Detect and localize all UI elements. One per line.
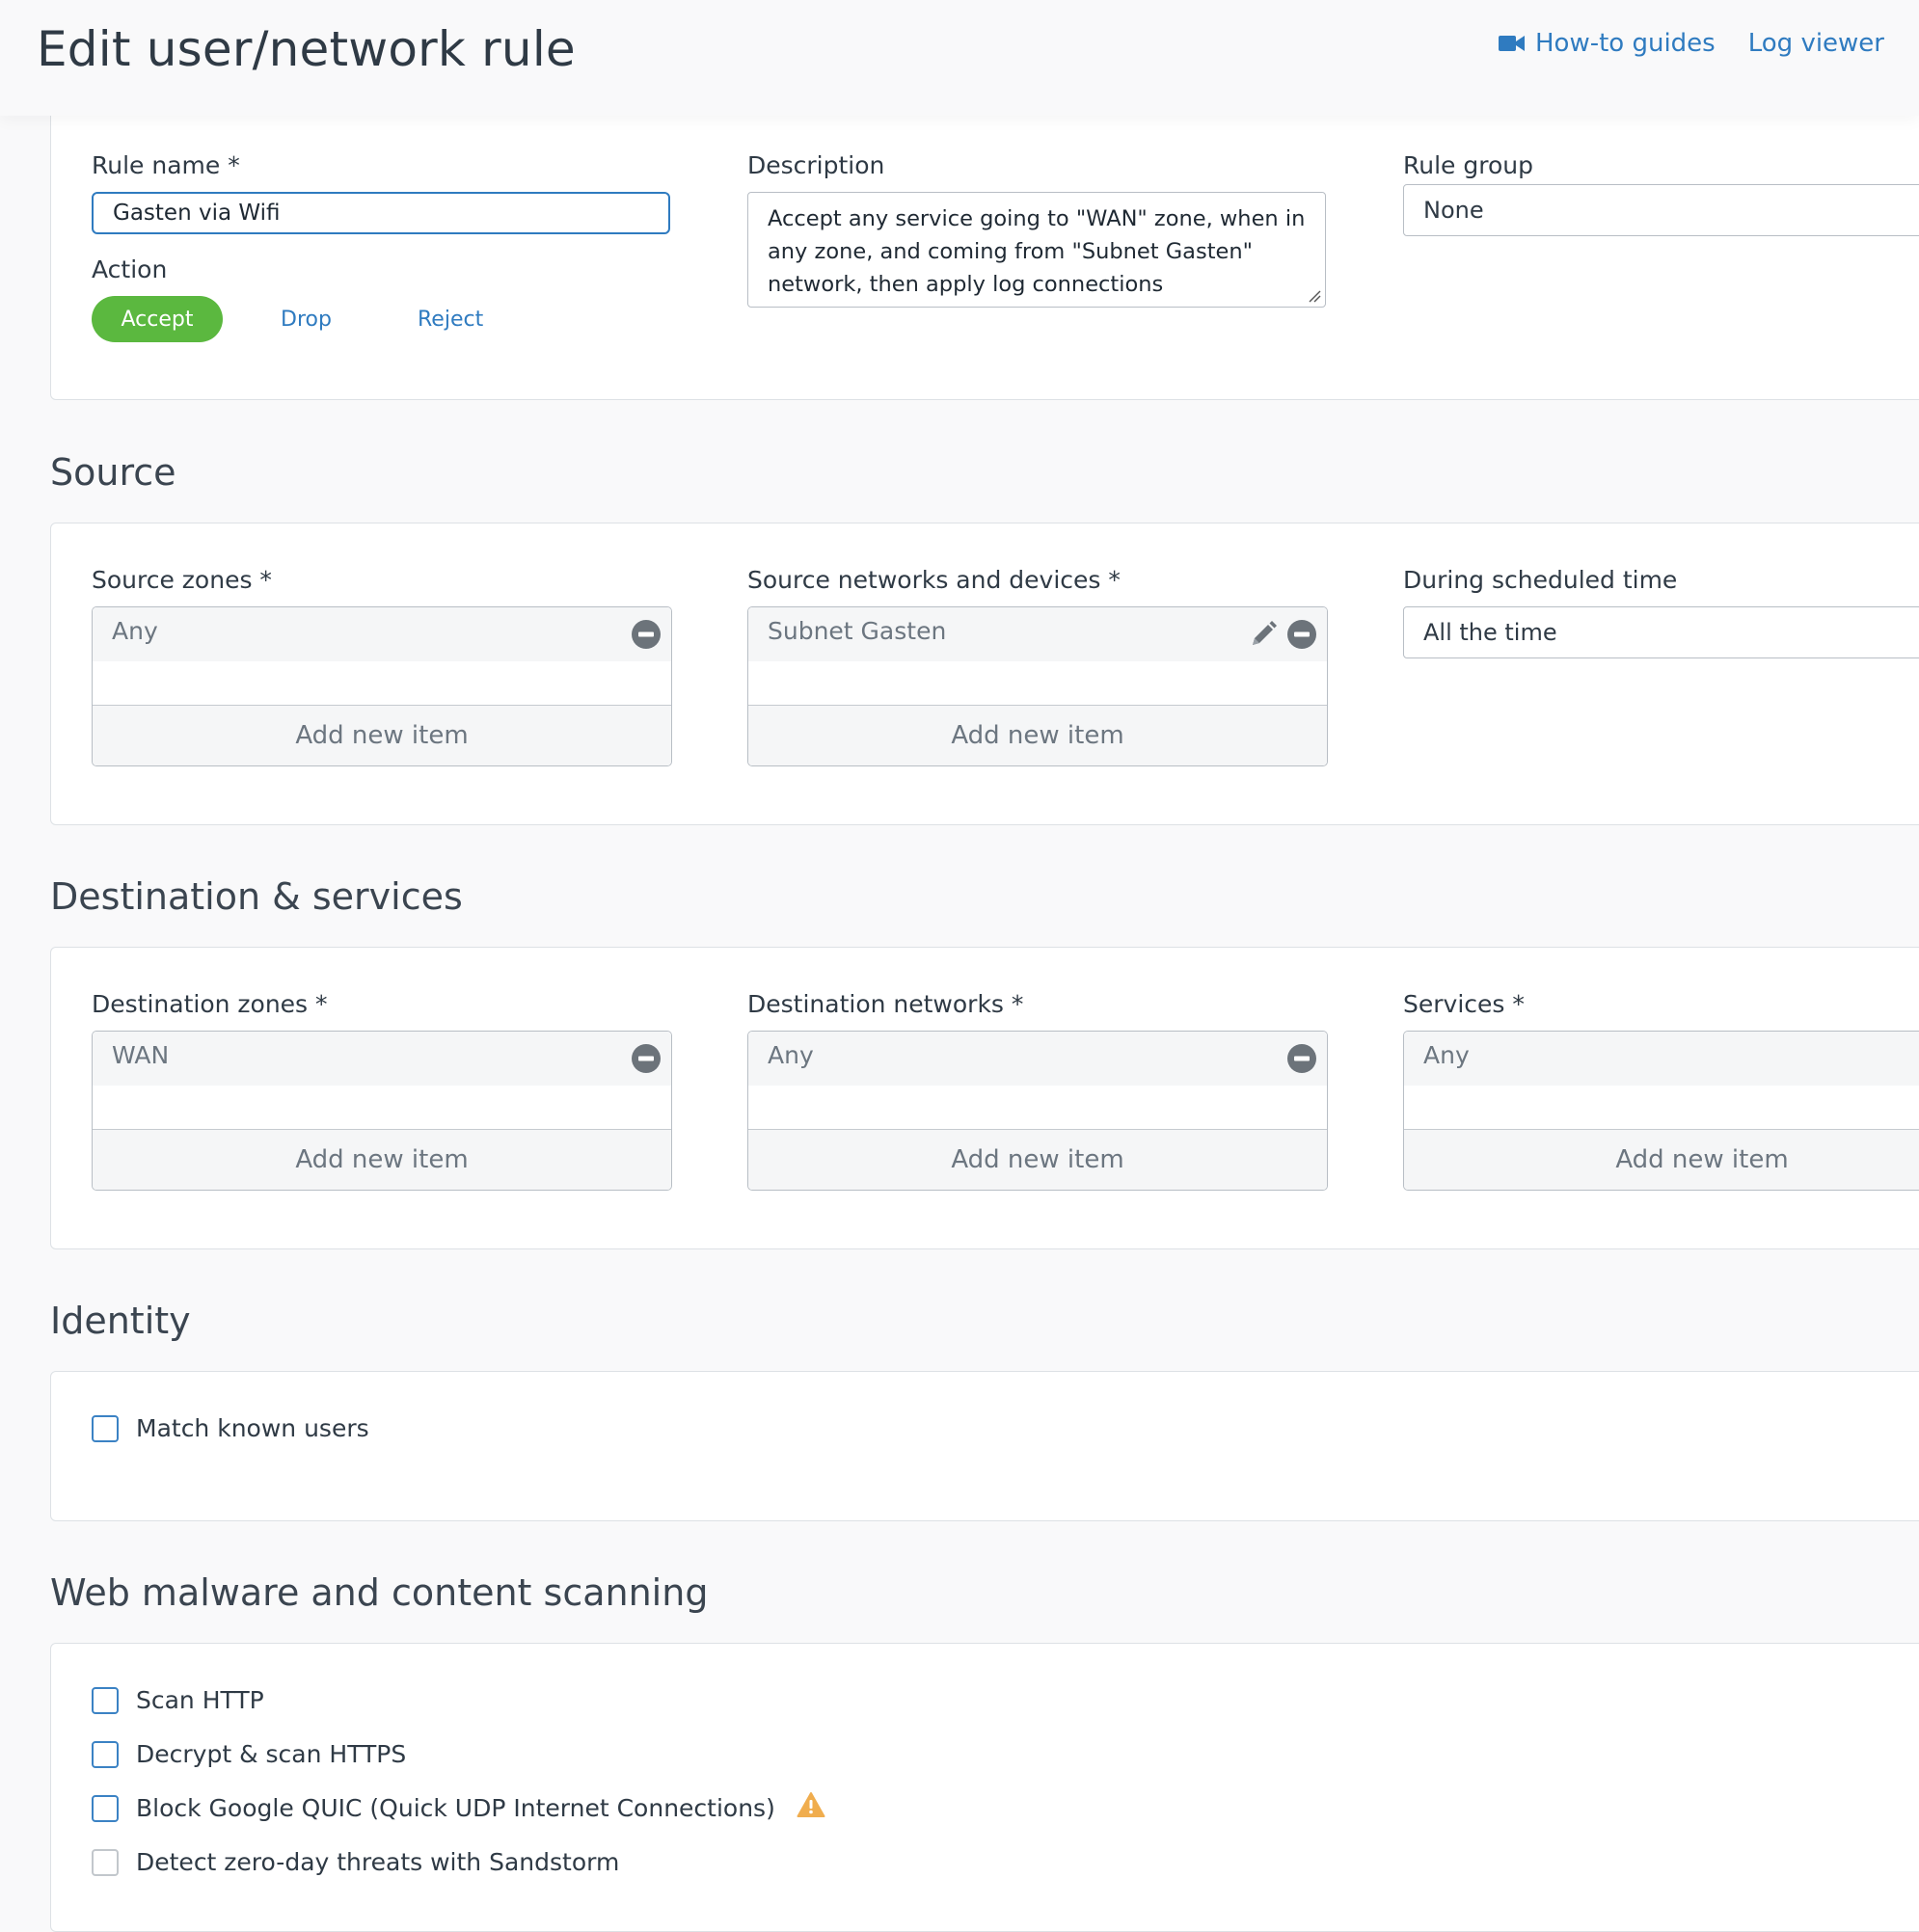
log-viewer-label: Log viewer — [1747, 29, 1884, 58]
remove-circle-icon[interactable] — [631, 1043, 662, 1074]
source-networks-list: Subnet Gasten Add new item — [747, 606, 1328, 766]
general-card: Rule name * Action Accept Drop Reject De… — [50, 96, 1919, 400]
pencil-icon[interactable] — [1248, 619, 1279, 650]
rule-name-input[interactable] — [92, 192, 670, 234]
drop-button[interactable]: Drop — [281, 296, 332, 342]
description-label: Description — [747, 151, 885, 179]
destination-zone-item: WAN — [112, 1041, 170, 1069]
source-zones-list: Any Add new item — [92, 606, 672, 766]
block-quic-checkbox[interactable] — [92, 1794, 119, 1822]
reject-button[interactable]: Reject — [418, 296, 483, 342]
service-item: Any — [1423, 1041, 1470, 1069]
source-networks-label: Source networks and devices * — [747, 566, 1121, 594]
destination-zones-label: Destination zones * — [92, 990, 328, 1018]
match-known-users-row: Match known users — [92, 1414, 369, 1442]
top-links: How-to guides Log viewer — [1499, 29, 1884, 58]
add-new-item-button[interactable]: Add new item — [748, 705, 1327, 765]
add-new-item-button[interactable]: Add new item — [93, 705, 671, 765]
description-text: Accept any service going to "WAN" zone, … — [768, 206, 1306, 297]
match-known-users-label: Match known users — [136, 1414, 369, 1442]
scanning-card: Scan HTTP Decrypt & scan HTTPS Block Goo… — [50, 1643, 1919, 1932]
list-item: Any — [93, 607, 671, 661]
sandstorm-label: Detect zero-day threats with Sandstorm — [136, 1848, 620, 1876]
description-textarea[interactable]: Accept any service going to "WAN" zone, … — [747, 192, 1326, 308]
destination-networks-label: Destination networks * — [747, 990, 1024, 1018]
scan-https-checkbox[interactable] — [92, 1740, 119, 1768]
schedule-value: All the time — [1423, 619, 1557, 646]
howto-guides-label: How-to guides — [1535, 29, 1716, 58]
scanning-section-title: Web malware and content scanning — [50, 1571, 709, 1614]
accept-button[interactable]: Accept — [92, 296, 223, 342]
list-item: WAN — [93, 1032, 671, 1086]
scan-http-row: Scan HTTP — [92, 1686, 264, 1714]
source-zones-label: Source zones * — [92, 566, 272, 594]
match-known-users-checkbox[interactable] — [92, 1414, 119, 1442]
scan-http-checkbox[interactable] — [92, 1686, 119, 1714]
rule-group-value: None — [1423, 197, 1484, 224]
sandstorm-row: Detect zero-day threats with Sandstorm — [92, 1848, 619, 1876]
schedule-select[interactable]: All the time — [1403, 606, 1919, 658]
action-label: Action — [92, 255, 168, 283]
sandstorm-checkbox[interactable] — [92, 1848, 119, 1876]
add-new-item-button[interactable]: Add new item — [748, 1129, 1327, 1190]
destination-section-title: Destination & services — [50, 875, 463, 918]
add-new-item-button[interactable]: Add new item — [1404, 1129, 1919, 1190]
block-quic-label: Block Google QUIC (Quick UDP Internet Co… — [136, 1794, 775, 1822]
services-label: Services * — [1403, 990, 1525, 1018]
list-item: Any — [748, 1032, 1327, 1086]
scan-https-label: Decrypt & scan HTTPS — [136, 1740, 407, 1768]
remove-circle-icon[interactable] — [1286, 619, 1317, 650]
schedule-label: During scheduled time — [1403, 566, 1678, 594]
destination-zones-list: WAN Add new item — [92, 1031, 672, 1191]
howto-guides-link[interactable]: How-to guides — [1499, 29, 1716, 58]
services-list: Any Add new item — [1403, 1031, 1919, 1191]
log-viewer-link[interactable]: Log viewer — [1748, 29, 1884, 58]
warning-icon[interactable] — [797, 1791, 825, 1818]
source-network-item: Subnet Gasten — [768, 617, 947, 645]
rule-name-label: Rule name * — [92, 151, 240, 179]
resize-grip-icon[interactable] — [1308, 289, 1321, 303]
identity-section-title: Identity — [50, 1300, 191, 1342]
page-title: Edit user/network rule — [37, 21, 576, 77]
scan-https-row: Decrypt & scan HTTPS — [92, 1740, 406, 1768]
identity-card: Match known users — [50, 1371, 1919, 1521]
source-card: Source zones * Any Add new item Source n… — [50, 523, 1919, 825]
remove-circle-icon[interactable] — [1286, 1043, 1317, 1074]
source-zone-item: Any — [112, 617, 158, 645]
destination-network-item: Any — [768, 1041, 814, 1069]
block-quic-row: Block Google QUIC (Quick UDP Internet Co… — [92, 1791, 825, 1822]
list-item: Any — [1404, 1032, 1919, 1086]
destination-card: Destination zones * WAN Add new item Des… — [50, 947, 1919, 1249]
rule-group-select[interactable]: None — [1403, 184, 1919, 236]
rule-group-label: Rule group — [1403, 151, 1533, 179]
destination-networks-list: Any Add new item — [747, 1031, 1328, 1191]
scan-http-label: Scan HTTP — [136, 1686, 264, 1714]
add-new-item-button[interactable]: Add new item — [93, 1129, 671, 1190]
source-section-title: Source — [50, 451, 176, 494]
page-header: Edit user/network rule How-to guides Log… — [0, 0, 1919, 116]
list-item: Subnet Gasten — [748, 607, 1327, 661]
remove-circle-icon[interactable] — [631, 619, 662, 650]
video-camera-icon — [1499, 34, 1526, 53]
